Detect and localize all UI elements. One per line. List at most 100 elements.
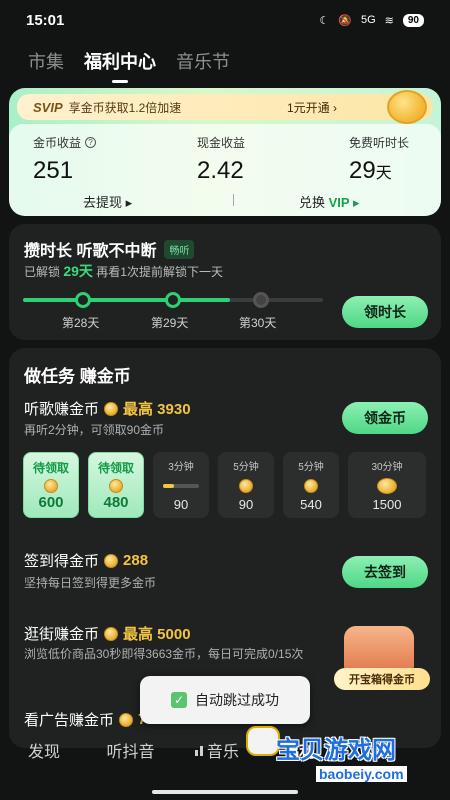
claim-coins-button[interactable]: 领金币 [342,402,428,434]
listen-task-label: 听歌赚金币 [24,401,100,418]
help-icon[interactable]: ? [85,137,97,148]
earnings-stats: 金币收益? 251 现金收益 2.42 免费听时长 29天 [9,124,441,216]
day-28-label: 第28天 [62,316,100,330]
ad-task-label: 看广告赚金币 [24,712,115,729]
withdraw-link[interactable]: 去提现 ▸ [83,192,132,211]
cash-earnings[interactable]: 现金收益 2.42 [197,134,245,185]
reward-slot[interactable]: 30分钟 1500 [348,452,426,518]
unlock-hint: 再看1次提前解锁下一天 [96,265,223,279]
unlocked-days: 29天 [63,263,93,279]
cash-earnings-value: 2.42 [197,157,244,184]
listen-title-text: 攒时长 听歌不中断 [24,243,157,260]
tab-market[interactable]: 市集 [28,48,64,74]
battery-indicator: 90 [402,13,424,27]
status-time: 15:01 [26,11,65,29]
moon-icon: ☾ [319,14,330,27]
coin-stack-icon [377,478,397,494]
reward-slot-value: 480 [103,494,129,511]
coin-earnings[interactable]: 金币收益? 251 [33,134,97,185]
reward-slot[interactable]: 待领取 600 [23,452,79,518]
listen-task-title: 听歌赚金币 最高 3930 [24,398,191,419]
treasure-chest-label: 开宝箱得金币 [334,668,430,690]
unlimited-badge: 畅听 [164,239,195,259]
divider [233,194,234,206]
vip-label: VIP ▸ [328,195,360,210]
status-icons: ☾ 🔕 5G ≋ 90 [319,13,424,27]
listen-task-desc: 再听2分钟，可领取90金币 [24,423,165,437]
reward-slot[interactable]: 5分钟 90 [218,452,274,518]
coin-icon [104,553,119,568]
reward-slot[interactable]: 5分钟 540 [283,452,339,518]
reward-slot-label: 30分钟 [371,462,403,473]
reward-slot[interactable]: 3分钟 90 [153,452,209,518]
coin-earnings-value: 251 [33,157,74,184]
slot-progress-fill [163,484,174,488]
mute-icon: 🔕 [338,14,352,27]
toast: ✓ 自动跳过成功 [140,676,310,724]
slot-progress-bar [163,484,199,488]
coin-earnings-label: 金币收益 [33,136,82,150]
watermark-url: baobeiy.com [316,766,407,782]
exchange-vip-link[interactable]: 兑换 VIP ▸ [299,192,360,211]
listen-task-amount: 最高 3930 [123,401,191,418]
exchange-label: 兑换 [299,195,326,210]
free-listen-value: 29 [349,157,376,184]
reward-slot-value: 90 [173,497,189,512]
nav-music-label: 音乐 [206,744,239,761]
coin-icon [239,479,253,493]
coin-icon [44,478,58,493]
day-30-label: 第30天 [239,316,277,330]
network-label: 5G [360,14,376,26]
treasure-chest[interactable]: 开宝箱得金币 [334,626,430,692]
tab-music-festival[interactable]: 音乐节 [176,48,230,74]
watermark: 宝贝游戏网 baobeiy.com [246,726,444,792]
gold-coin-icon [387,90,427,124]
reward-slot-value: 600 [38,494,64,511]
reward-slot-label: 3分钟 [168,462,194,473]
shop-task-title: 逛街赚金币 最高 5000 [24,623,191,644]
svip-banner[interactable]: SVIP 享金币获取1.2倍加速 1元开通 › [17,94,433,120]
unlocked-label: 已解锁 [24,265,61,279]
signin-task-desc: 坚持每日签到得更多金币 [24,576,157,590]
free-listen-time[interactable]: 免费听时长 29天 [349,134,409,185]
status-bar: 15:01 ☾ 🔕 5G ≋ 90 [0,0,450,40]
equalizer-icon [194,744,203,756]
day-30-node-icon [253,292,269,308]
reward-slot-label: 待领取 [97,461,134,475]
treasure-chest-icon [344,626,414,672]
svip-label: SVIP [33,99,63,115]
toast-text: 自动跳过成功 [195,692,279,708]
reward-slot-label: 5分钟 [298,462,324,473]
listen-subtitle: 已解锁 29天 再看1次提前解锁下一天 [24,261,223,281]
reward-slot-label: 5分钟 [233,462,259,473]
home-indicator[interactable] [152,790,298,794]
claim-time-button[interactable]: 领时长 [342,296,428,328]
free-listen-unit: 天 [375,165,392,182]
reward-slot-value: 1500 [372,497,402,512]
tab-welfare-center[interactable]: 福利中心 [84,48,156,83]
sign-in-button[interactable]: 去签到 [342,556,428,588]
cash-earnings-label: 现金收益 [197,136,246,150]
day-progress-fill [23,298,230,302]
coin-icon [119,712,134,727]
listen-card-title: 攒时长 听歌不中断 畅听 [24,237,195,261]
nav-listen-douyin[interactable]: 听抖音 [107,738,195,762]
top-tabs: 市集 福利中心 音乐节 [28,48,230,83]
coin-icon [304,479,318,493]
svip-open-link[interactable]: 1元开通 › [287,99,337,116]
shop-task-label: 逛街赚金币 [24,626,100,643]
coin-icon [104,626,119,641]
signin-task-title: 签到得金币 288 [24,550,148,571]
reward-slot[interactable]: 待领取 480 [88,452,144,518]
reward-slot-value: 540 [300,497,322,512]
shop-task-amount: 最高 5000 [123,626,191,643]
earnings-card: SVIP 享金币获取1.2倍加速 1元开通 › 金币收益? 251 现金收益 2… [9,88,441,216]
wifi-icon: ≋ [384,14,394,27]
signin-task-amount: 288 [123,552,149,569]
free-listen-label: 免费听时长 [349,136,410,150]
coin-icon [104,401,119,416]
day-29-node-icon [165,292,181,308]
nav-discover[interactable]: 发现 [28,738,107,762]
shop-task-desc: 浏览低价商品30秒即得3663金币，每日可完成0/15次 [24,647,304,661]
day-29-label: 第29天 [151,316,189,330]
